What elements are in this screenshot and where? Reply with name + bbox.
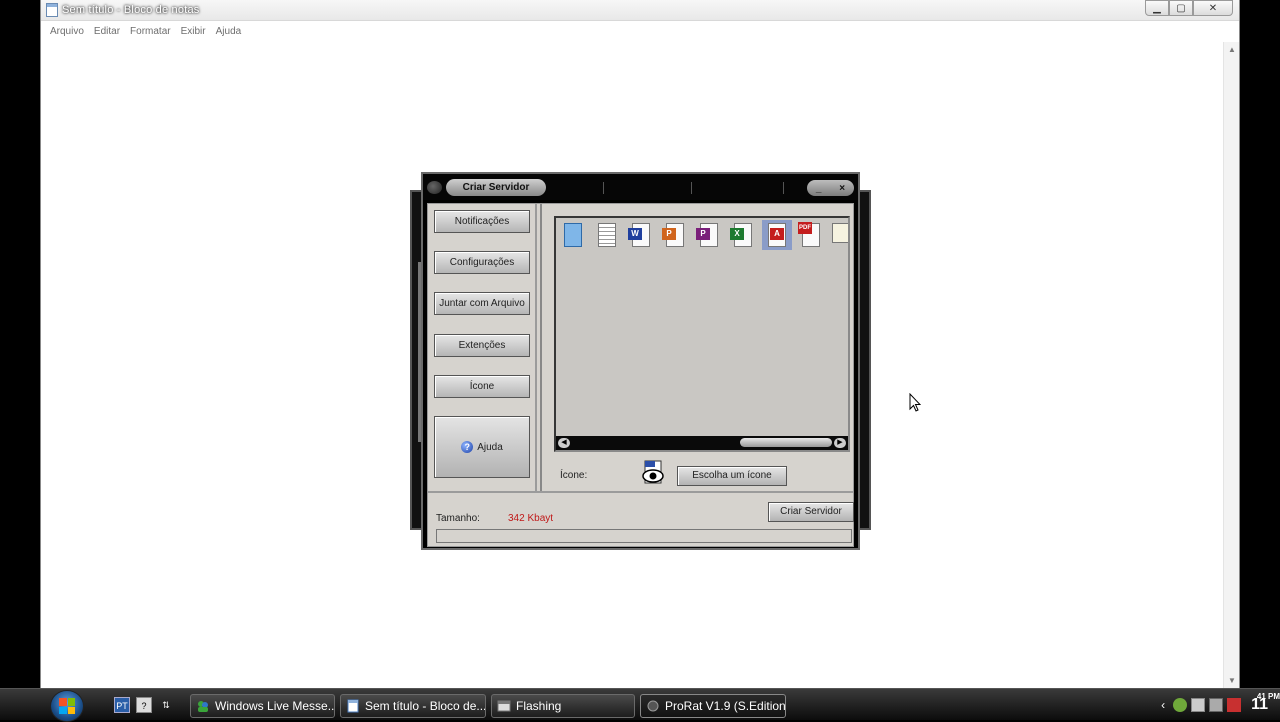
taskbar-button-label: Sem título - Bloco de...: [365, 699, 486, 713]
titlebar-divider: [603, 182, 604, 194]
bottom-divider: [428, 491, 853, 493]
titlebar-divider: [783, 182, 784, 194]
messenger-icon: [198, 701, 208, 712]
window-icon: [497, 700, 511, 712]
prorat-logo-icon: [427, 181, 442, 194]
menu-formatar[interactable]: Formatar: [125, 26, 176, 37]
pdf-adobe-icon[interactable]: PDF: [796, 220, 826, 250]
notepad-icon: [46, 3, 58, 17]
prorat-icon: [647, 700, 659, 712]
close-button[interactable]: ✕: [1193, 0, 1233, 16]
taskbar-button-messenger[interactable]: Windows Live Messe...: [190, 694, 335, 718]
notepad-title: Sem título - Bloco de notas: [62, 4, 200, 16]
menu-ajuda[interactable]: Ajuda: [211, 26, 247, 37]
panel-divider: [540, 204, 542, 491]
selected-icon-preview: [642, 460, 664, 484]
juntar-arquivo-button[interactable]: Juntar com Arquivo: [434, 292, 530, 315]
dialog-titlebar[interactable]: Criar Servidor _ ×: [423, 174, 858, 200]
certificate-icon[interactable]: [830, 220, 848, 250]
notepad-titlebar[interactable]: Sem título - Bloco de notas ▁ ▢ ✕: [41, 0, 1239, 21]
help-button[interactable]: ? Ajuda: [434, 416, 530, 478]
volume-icon[interactable]: [1209, 698, 1224, 712]
taskbar-button-notepad[interactable]: Sem título - Bloco de...: [340, 694, 486, 718]
scroll-right-icon[interactable]: ▶: [834, 438, 846, 448]
help-label: Ajuda: [477, 441, 503, 453]
excel-doc-icon[interactable]: X: [728, 220, 758, 250]
dialog-close-button[interactable]: ×: [839, 183, 845, 194]
clock[interactable]: 11 41 PM: [1251, 692, 1280, 714]
windows-logo-icon: [59, 698, 75, 714]
titlebar-divider: [691, 182, 692, 194]
help-quicklaunch-icon[interactable]: ?: [136, 697, 152, 713]
menu-editar[interactable]: Editar: [89, 26, 125, 37]
icon-row: W P P X A PDF: [558, 220, 848, 250]
progress-bar: [436, 529, 852, 543]
choose-icon-button[interactable]: Escolha um ícone: [677, 466, 787, 486]
scroll-left-icon[interactable]: ◀: [558, 438, 570, 448]
dialog-minimize-button[interactable]: _: [816, 183, 822, 194]
powerpoint-doc-icon[interactable]: P: [660, 220, 690, 250]
icon-list[interactable]: W P P X A PDF ◀ ▶: [554, 216, 850, 452]
icone-button[interactable]: Ícone: [434, 375, 530, 398]
help-icon: ?: [461, 441, 474, 453]
configuracoes-button[interactable]: Configurações: [434, 251, 530, 274]
taskbar-button-flashing[interactable]: Flashing: [491, 694, 635, 718]
security-alert-icon[interactable]: [1227, 698, 1242, 712]
text-file-icon[interactable]: [592, 220, 622, 250]
dialog-body: Notificações Configurações Juntar com Ar…: [427, 203, 854, 547]
taskbar-button-label: ProRat V1.9 (S.Edition): [665, 699, 786, 713]
icone-label: Ícone:: [560, 470, 588, 481]
network-icon[interactable]: [1191, 698, 1206, 712]
extencoes-button[interactable]: Extenções: [434, 334, 530, 357]
notepad-icon[interactable]: [558, 220, 588, 250]
create-server-button[interactable]: Criar Servidor: [768, 502, 854, 522]
acrobat-icon[interactable]: A: [762, 220, 792, 250]
start-button[interactable]: [50, 690, 84, 722]
taskbar-button-label: Windows Live Messe...: [215, 699, 335, 713]
icon-list-scrollbar[interactable]: ◀ ▶: [556, 436, 848, 450]
scroll-down-icon[interactable]: ▼: [1228, 676, 1236, 685]
scroll-thumb[interactable]: [740, 438, 832, 447]
mouse-cursor-icon: [909, 393, 921, 412]
scroll-up-icon[interactable]: ▲: [1228, 45, 1236, 54]
create-server-dialog: Criar Servidor _ × Notificações Configur…: [421, 172, 860, 550]
word-doc-icon[interactable]: W: [626, 220, 656, 250]
dialog-window-controls: _ ×: [807, 180, 854, 196]
menu-arquivo[interactable]: Arquivo: [45, 26, 89, 37]
show-desktop-icon[interactable]: ⇅: [158, 697, 174, 713]
maximize-button[interactable]: ▢: [1169, 0, 1193, 16]
system-tray: ‹ 11 41 PM: [1161, 690, 1280, 720]
notepad-icon: [347, 699, 359, 713]
clock-minute: 41 PM: [1256, 692, 1280, 701]
dialog-title: Criar Servidor: [446, 179, 546, 196]
taskbar-button-label: Flashing: [516, 699, 562, 713]
size-value: 342 Kbayt: [508, 513, 554, 524]
notificacoes-button[interactable]: Notificações: [434, 210, 530, 233]
tray-app-icon[interactable]: [1173, 698, 1188, 712]
vertical-scrollbar[interactable]: ▲ ▼: [1223, 42, 1239, 688]
notepad-menubar: Arquivo Editar Formatar Exibir Ajuda: [41, 21, 1239, 41]
minimize-button[interactable]: ▁: [1145, 0, 1169, 16]
menu-exibir[interactable]: Exibir: [176, 26, 211, 37]
language-pt-icon[interactable]: PT: [114, 697, 130, 713]
left-button-panel: Notificações Configurações Juntar com Ar…: [428, 204, 537, 491]
taskbar-button-prorat[interactable]: ProRat V1.9 (S.Edition): [640, 694, 786, 718]
publisher-doc-icon[interactable]: P: [694, 220, 724, 250]
size-label: Tamanho:: [436, 513, 480, 524]
tray-expand-icon[interactable]: ‹: [1161, 698, 1165, 712]
